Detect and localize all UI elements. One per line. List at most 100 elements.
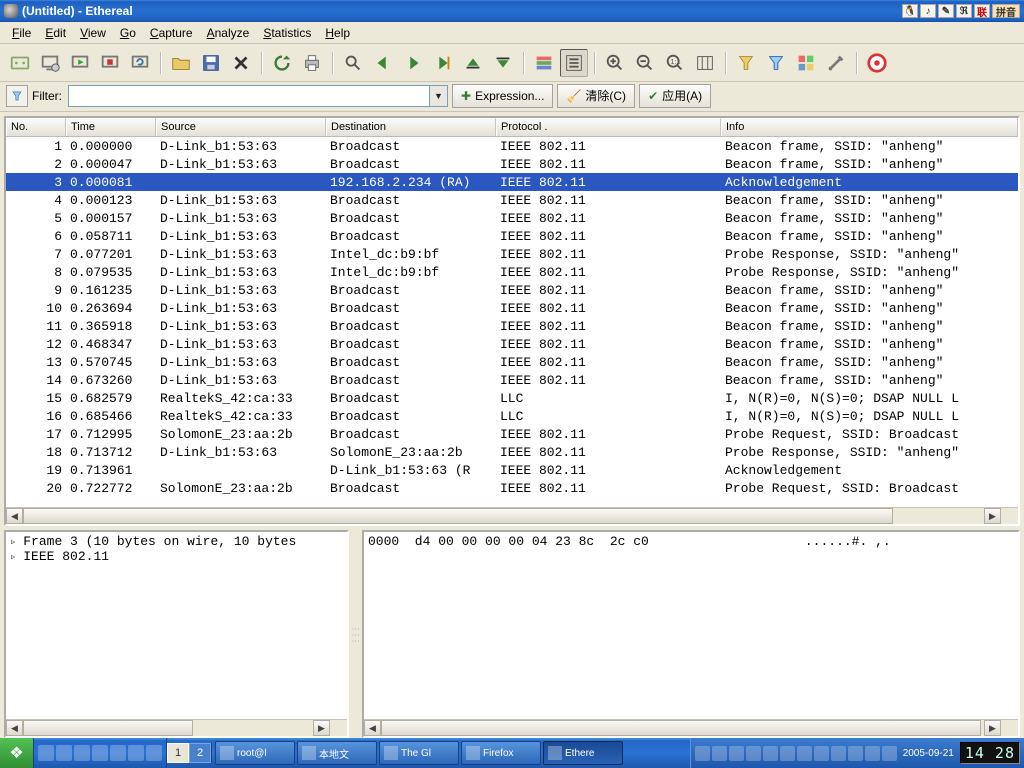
- tray-icon[interactable]: [831, 746, 846, 761]
- col-source[interactable]: Source: [156, 118, 326, 136]
- packet-row[interactable]: 160.685466RealtekS_42:ca:33BroadcastLLCI…: [6, 407, 1018, 425]
- scroll-left-icon[interactable]: ◀: [6, 508, 23, 524]
- menu-capture[interactable]: Capture: [144, 24, 199, 42]
- tray-icon[interactable]: [763, 746, 778, 761]
- apply-button[interactable]: ✔应用(A): [639, 84, 711, 108]
- packet-row[interactable]: 120.468347D-Link_b1:53:63BroadcastIEEE 8…: [6, 335, 1018, 353]
- packet-row[interactable]: 180.713712D-Link_b1:53:63SolomonE_23:aa:…: [6, 443, 1018, 461]
- col-destination[interactable]: Destination: [326, 118, 496, 136]
- goto-last-button[interactable]: [489, 49, 517, 77]
- tray-icon[interactable]: [865, 746, 880, 761]
- quick-launch-icon[interactable]: [74, 745, 90, 761]
- packet-row[interactable]: 110.365918D-Link_b1:53:63BroadcastIEEE 8…: [6, 317, 1018, 335]
- open-button[interactable]: [167, 49, 195, 77]
- goto-packet-button[interactable]: [429, 49, 457, 77]
- reload-button[interactable]: [268, 49, 296, 77]
- go-forward-button[interactable]: [399, 49, 427, 77]
- quick-launch-icon[interactable]: [56, 745, 72, 761]
- menu-analyze[interactable]: Analyze: [201, 24, 256, 42]
- resize-columns-button[interactable]: [691, 49, 719, 77]
- packet-row[interactable]: 90.161235D-Link_b1:53:63BroadcastIEEE 80…: [6, 281, 1018, 299]
- quick-launch-icon[interactable]: [146, 745, 162, 761]
- quick-launch-icon[interactable]: [128, 745, 144, 761]
- tray-icon[interactable]: [695, 746, 710, 761]
- list-interfaces-button[interactable]: [6, 49, 34, 77]
- tree-node[interactable]: Frame 3 (10 bytes on wire, 10 bytes: [10, 534, 343, 549]
- goto-first-button[interactable]: [459, 49, 487, 77]
- start-button[interactable]: ❖: [0, 738, 34, 768]
- tray-icon[interactable]: [780, 746, 795, 761]
- scroll-right-icon[interactable]: ▶: [984, 508, 1001, 524]
- taskbar-clock[interactable]: 14 28: [960, 742, 1020, 764]
- packet-row[interactable]: 60.058711D-Link_b1:53:63BroadcastIEEE 80…: [6, 227, 1018, 245]
- scroll-thumb[interactable]: [23, 720, 193, 736]
- display-filters-button[interactable]: [762, 49, 790, 77]
- task-button[interactable]: Firefox: [461, 741, 541, 765]
- tree-node[interactable]: IEEE 802.11: [10, 549, 343, 564]
- bytes-hscroll[interactable]: ◀ ▶: [364, 719, 1018, 736]
- tray-icon[interactable]: [712, 746, 727, 761]
- quick-launch-icon[interactable]: [92, 745, 108, 761]
- preferences-button[interactable]: [822, 49, 850, 77]
- scroll-right-icon[interactable]: ▶: [984, 720, 1001, 736]
- titlebar-tray-icon[interactable]: 拼音: [992, 4, 1020, 18]
- packet-row[interactable]: 30.000081192.168.2.234 (RA)IEEE 802.11Ac…: [6, 173, 1018, 191]
- clear-button[interactable]: 🧹清除(C): [557, 84, 635, 108]
- scroll-left-icon[interactable]: ◀: [6, 720, 23, 736]
- titlebar[interactable]: (Untitled) - Ethereal 🐧♪✎ℜ联拼音: [0, 0, 1024, 22]
- col-protocol[interactable]: Protocol .: [496, 118, 721, 136]
- packet-row[interactable]: 80.079535D-Link_b1:53:63Intel_dc:b9:bfIE…: [6, 263, 1018, 281]
- details-hscroll[interactable]: ◀ ▶: [6, 719, 347, 736]
- packet-row[interactable]: 150.682579RealtekS_42:ca:33BroadcastLLCI…: [6, 389, 1018, 407]
- packet-row[interactable]: 170.712995SolomonE_23:aa:2bBroadcastIEEE…: [6, 425, 1018, 443]
- task-button[interactable]: Ethere: [543, 741, 623, 765]
- taskbar[interactable]: ❖ 12 root@l本地文The GlFirefoxEthere 2005-0…: [0, 738, 1024, 768]
- filter-icon[interactable]: [6, 85, 28, 107]
- packet-row[interactable]: 70.077201D-Link_b1:53:63Intel_dc:b9:bfIE…: [6, 245, 1018, 263]
- save-button[interactable]: [197, 49, 225, 77]
- packet-row[interactable]: 100.263694D-Link_b1:53:63BroadcastIEEE 8…: [6, 299, 1018, 317]
- task-button[interactable]: The Gl: [379, 741, 459, 765]
- start-capture-button[interactable]: [66, 49, 94, 77]
- titlebar-tray-icon[interactable]: ♪: [920, 4, 936, 18]
- zoom-in-button[interactable]: [601, 49, 629, 77]
- menu-edit[interactable]: Edit: [39, 24, 72, 42]
- zoom-out-button[interactable]: [631, 49, 659, 77]
- capture-options-button[interactable]: [36, 49, 64, 77]
- tray-icon[interactable]: [882, 746, 897, 761]
- zoom-reset-button[interactable]: 1:1: [661, 49, 689, 77]
- tray-icon[interactable]: [729, 746, 744, 761]
- col-info[interactable]: Info: [721, 118, 1018, 136]
- desktop-button[interactable]: 1: [167, 743, 189, 763]
- scroll-right-icon[interactable]: ▶: [313, 720, 330, 736]
- menu-help[interactable]: Help: [319, 24, 356, 42]
- scroll-thumb[interactable]: [381, 720, 981, 736]
- autoscroll-button[interactable]: [560, 49, 588, 77]
- tray-icon[interactable]: [746, 746, 761, 761]
- print-button[interactable]: [298, 49, 326, 77]
- menu-view[interactable]: View: [74, 24, 112, 42]
- go-back-button[interactable]: [369, 49, 397, 77]
- tray-icon[interactable]: [797, 746, 812, 761]
- filter-input[interactable]: [68, 85, 430, 107]
- packet-row[interactable]: 20.000047D-Link_b1:53:63BroadcastIEEE 80…: [6, 155, 1018, 173]
- colorize-button[interactable]: [530, 49, 558, 77]
- menu-statistics[interactable]: Statistics: [257, 24, 317, 42]
- packet-row[interactable]: 130.570745D-Link_b1:53:63BroadcastIEEE 8…: [6, 353, 1018, 371]
- help-button[interactable]: [863, 49, 891, 77]
- desktop-button[interactable]: 2: [189, 743, 211, 763]
- vertical-splitter[interactable]: ⋮⋮⋮: [353, 530, 358, 738]
- packet-row[interactable]: 140.673260D-Link_b1:53:63BroadcastIEEE 8…: [6, 371, 1018, 389]
- scroll-thumb[interactable]: [23, 508, 893, 524]
- tray-icon[interactable]: [848, 746, 863, 761]
- restart-capture-button[interactable]: [126, 49, 154, 77]
- packet-row[interactable]: 10.000000D-Link_b1:53:63BroadcastIEEE 80…: [6, 137, 1018, 155]
- packet-list-body[interactable]: 10.000000D-Link_b1:53:63BroadcastIEEE 80…: [6, 137, 1018, 507]
- task-button[interactable]: 本地文: [297, 741, 377, 765]
- titlebar-tray-icon[interactable]: ✎: [938, 4, 954, 18]
- packet-details-body[interactable]: Frame 3 (10 bytes on wire, 10 bytesIEEE …: [6, 532, 347, 719]
- titlebar-tray-icon[interactable]: 联: [974, 4, 990, 18]
- filter-dropdown-button[interactable]: ▼: [430, 85, 448, 107]
- packet-row[interactable]: 50.000157D-Link_b1:53:63BroadcastIEEE 80…: [6, 209, 1018, 227]
- col-no[interactable]: No.: [6, 118, 66, 136]
